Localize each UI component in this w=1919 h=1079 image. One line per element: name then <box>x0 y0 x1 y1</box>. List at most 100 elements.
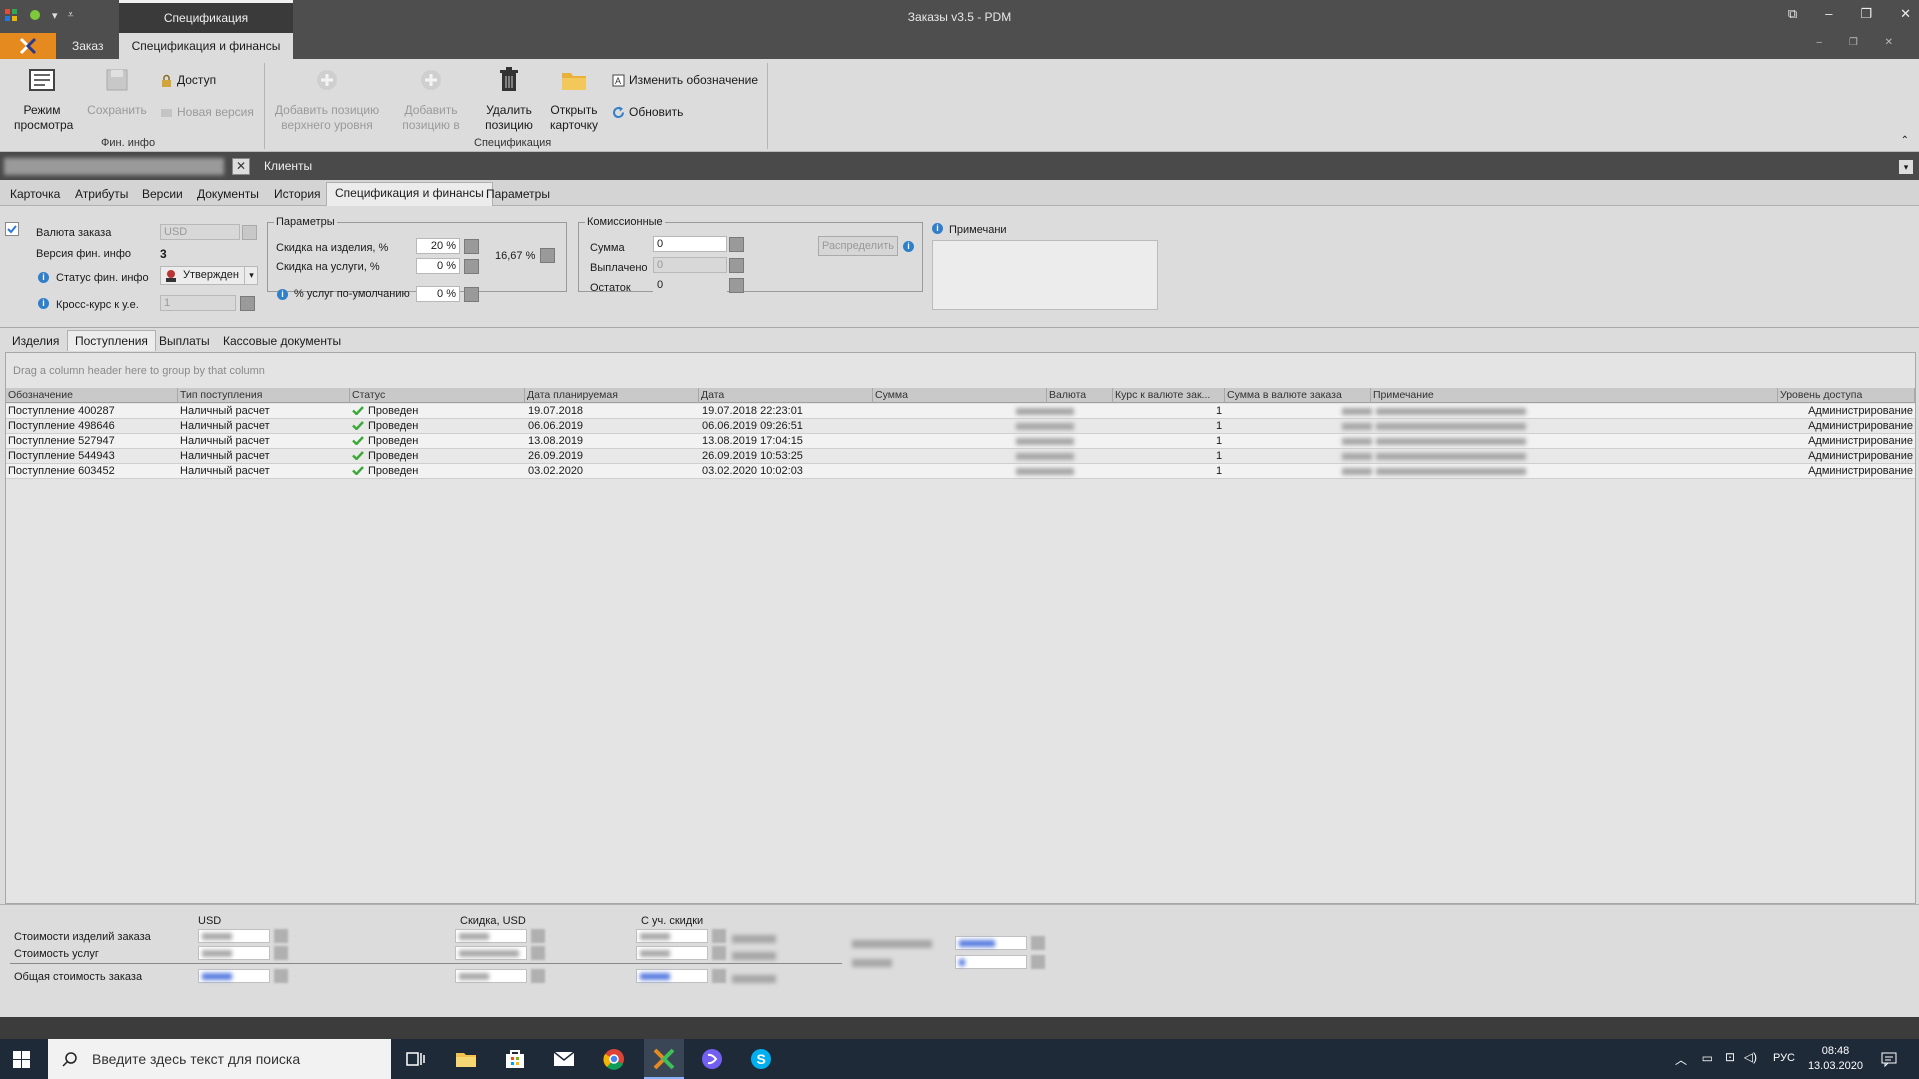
change-designation-button[interactable]: A Изменить обозначение <box>612 73 758 87</box>
windows-start-icon[interactable] <box>13 1051 30 1068</box>
view-mode-button[interactable]: Режим просмотра <box>10 65 74 133</box>
ribbon-tab-spec-finance[interactable]: Спецификация и финансы <box>119 33 293 59</box>
add-into-button[interactable]: Добавить позицию в <box>392 65 470 133</box>
tab-parameters[interactable]: Параметры <box>486 187 550 201</box>
products-net-field[interactable] <box>636 929 708 943</box>
clock[interactable]: 08:48 13.03.2020 <box>1808 1044 1863 1074</box>
products-discount-field[interactable] <box>455 929 527 943</box>
ribbon-tab-order[interactable]: Заказ <box>60 33 115 59</box>
new-version-button[interactable]: Новая версия <box>160 105 254 119</box>
task-view-icon[interactable] <box>404 1047 428 1071</box>
calculator-icon[interactable] <box>464 239 479 254</box>
calculator-icon[interactable] <box>729 278 744 293</box>
column-header[interactable]: Дата <box>699 388 873 403</box>
chrome-icon[interactable] <box>602 1047 626 1071</box>
tab-versions[interactable]: Версии <box>142 187 183 201</box>
table-row[interactable]: Поступление 400287 Наличный расчет Проведе… <box>6 404 1915 419</box>
column-header[interactable]: Примечание <box>1371 388 1778 403</box>
calculator-icon[interactable] <box>464 287 479 302</box>
calculator-icon[interactable] <box>1031 955 1045 969</box>
delete-position-button[interactable]: Удалить позицию <box>478 65 540 133</box>
calculator-icon[interactable] <box>531 969 545 983</box>
tab-list-dropdown-icon[interactable]: ▾ <box>1899 160 1913 174</box>
minimize-button[interactable]: – <box>1825 6 1832 22</box>
distribute-button[interactable]: Распределить <box>818 236 898 256</box>
calculator-icon[interactable] <box>712 946 726 960</box>
total-usd-field[interactable] <box>198 969 270 983</box>
calculator-icon[interactable] <box>712 969 726 983</box>
file-explorer-icon[interactable] <box>454 1047 478 1071</box>
services-usd-field[interactable] <box>198 946 270 960</box>
skype-icon[interactable]: S <box>749 1047 773 1071</box>
battery-icon[interactable]: ▭ <box>1702 1051 1713 1065</box>
column-header[interactable]: Статус <box>350 388 525 403</box>
calculator-icon[interactable] <box>464 259 479 274</box>
column-header[interactable]: Сумма в валюте заказа <box>1225 388 1371 403</box>
chevron-down-icon[interactable]: ▾ <box>244 267 258 284</box>
services-net-field[interactable] <box>636 946 708 960</box>
total-net-field[interactable] <box>636 969 708 983</box>
volume-icon[interactable]: ◁) <box>1744 1050 1757 1064</box>
sum-field[interactable]: 0 <box>653 236 727 252</box>
network-icon[interactable]: ⊡ <box>1725 1050 1735 1064</box>
tab-receipts[interactable]: Поступления <box>67 330 156 351</box>
expand-checkbox[interactable] <box>5 222 19 236</box>
calculator-icon[interactable] <box>531 929 545 943</box>
open-card-button[interactable]: Открыть карточку <box>544 65 604 133</box>
currency-dropdown[interactable] <box>242 225 257 240</box>
calculator-icon[interactable] <box>1031 936 1045 950</box>
notifications-icon[interactable] <box>1881 1051 1897 1067</box>
document-tab-clients[interactable]: Клиенты <box>264 159 312 173</box>
store-icon[interactable] <box>503 1047 527 1071</box>
collapse-ribbon-icon[interactable]: ⌃ <box>1901 135 1909 146</box>
column-header[interactable]: Курс к валюте зак... <box>1113 388 1225 403</box>
document-tab-active[interactable] <box>4 158 224 175</box>
products-usd-field[interactable] <box>198 929 270 943</box>
tab-products[interactable]: Изделия <box>12 334 59 348</box>
tab-cash-documents[interactable]: Кассовые документы <box>223 334 341 348</box>
calculator-icon[interactable] <box>729 237 744 252</box>
default-services-field[interactable]: 0 % <box>416 286 460 302</box>
remaining-field[interactable] <box>955 955 1027 969</box>
calculator-icon[interactable] <box>274 946 288 960</box>
disc-services-field[interactable]: 0 % <box>416 258 460 274</box>
tab-card[interactable]: Карточка <box>10 187 60 201</box>
notes-textarea[interactable] <box>932 240 1158 310</box>
calculator-icon[interactable] <box>531 946 545 960</box>
services-discount-field[interactable] <box>455 946 527 960</box>
tab-payouts[interactable]: Выплаты <box>159 334 210 348</box>
taskbar-search-box[interactable]: Введите здесь текст для поиска <box>48 1039 391 1079</box>
calculator-icon[interactable] <box>240 296 255 311</box>
calculator-icon[interactable] <box>274 929 288 943</box>
calculator-icon[interactable] <box>540 248 555 263</box>
cross-rate-field[interactable]: 1 <box>160 295 236 311</box>
maximize-button[interactable]: ❐ <box>1860 6 1872 22</box>
viber-icon[interactable] <box>700 1047 724 1071</box>
table-row[interactable]: Поступление 498646 Наличный расчет Проведе… <box>6 419 1915 434</box>
paid-field[interactable]: 0 <box>653 257 727 273</box>
tab-documents[interactable]: Документы <box>197 187 259 201</box>
table-row[interactable]: Поступление 603452 Наличный расчет Проведе… <box>6 464 1915 479</box>
table-row[interactable]: Поступление 527947 Наличный расчет Проведе… <box>6 434 1915 449</box>
column-header[interactable]: Уровень доступа <box>1778 388 1915 403</box>
language-indicator[interactable]: РУС <box>1773 1052 1795 1064</box>
calculator-icon[interactable] <box>729 258 744 273</box>
total-discount-field[interactable] <box>455 969 527 983</box>
close-button[interactable]: ✕ <box>1900 6 1911 22</box>
tab-spec-finance[interactable]: Спецификация и финансы <box>326 182 493 206</box>
column-header[interactable]: Дата планируемая <box>525 388 699 403</box>
table-row[interactable]: Поступление 544943 Наличный расчет Проведе… <box>6 449 1915 464</box>
add-top-level-button[interactable]: Добавить позицию верхнего уровня <box>272 65 382 133</box>
calculator-icon[interactable] <box>712 929 726 943</box>
tab-history[interactable]: История <box>274 187 321 201</box>
show-hidden-icons-icon[interactable]: ︿ <box>1675 1051 1687 1068</box>
calculator-icon[interactable] <box>274 969 288 983</box>
received-total-field[interactable] <box>955 936 1027 950</box>
column-header[interactable]: Валюта <box>1047 388 1113 403</box>
column-header[interactable]: Тип поступления <box>178 388 350 403</box>
column-header[interactable]: Обозначение <box>6 388 178 403</box>
column-header[interactable]: Сумма <box>873 388 1047 403</box>
refresh-button[interactable]: Обновить <box>612 105 683 119</box>
currency-field[interactable]: USD <box>160 224 240 240</box>
disc-products-field[interactable]: 20 % <box>416 238 460 254</box>
